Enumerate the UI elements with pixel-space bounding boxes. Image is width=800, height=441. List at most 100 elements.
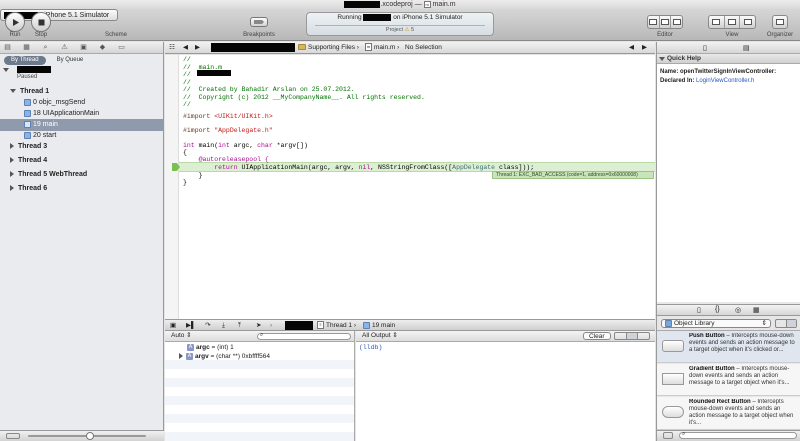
back-arrow-icon[interactable]: ◀ — [183, 42, 188, 53]
activity-warning-count[interactable]: 5 — [411, 27, 414, 33]
hide-debug-area-icon[interactable]: ▣ — [170, 320, 176, 331]
toggle-debug-area-icon[interactable] — [725, 16, 741, 28]
symbol-navigator-icon[interactable]: ▦ — [23, 44, 30, 51]
thread-row[interactable]: Thread 4 — [0, 155, 163, 167]
thread-crumb[interactable]: ≡ Thread 1 › — [317, 320, 356, 331]
redacted-app-name — [363, 13, 392, 21]
redacted-project-crumb[interactable] — [211, 43, 295, 52]
show-console-only-icon[interactable] — [638, 333, 649, 339]
thread-row[interactable]: Thread 5 WebThread — [0, 169, 163, 181]
object-library-small-icon — [665, 320, 672, 327]
library-selector-row: Object Library ⇕ — [657, 316, 800, 331]
editor-mode-control[interactable] — [647, 15, 683, 29]
breadcrumb-selection[interactable]: No Selection — [405, 42, 442, 53]
code-comment: // — [183, 71, 191, 78]
standard-editor-icon[interactable] — [648, 16, 660, 28]
frame-crumb[interactable]: 19 main — [363, 320, 395, 331]
library-item[interactable]: Gradient Button – Intercepts mouse-down … — [657, 364, 800, 396]
organizer-icon[interactable] — [773, 16, 787, 28]
file-template-library-icon[interactable]: ▯ — [697, 306, 701, 314]
toggle-utilities-icon[interactable] — [740, 16, 755, 28]
scope-popup[interactable]: Auto ⇕ — [171, 331, 192, 341]
slider-knob[interactable] — [86, 432, 94, 440]
disclosure-collapsed-icon[interactable] — [10, 185, 14, 192]
thread-label: Thread 4 — [18, 157, 48, 164]
output-mode-popup[interactable]: All Output ⇕ — [362, 331, 398, 341]
object-library-icon[interactable]: ◎ — [735, 306, 741, 314]
by-thread-tab[interactable]: By Thread — [4, 56, 46, 65]
search-navigator-icon[interactable]: ⌕ — [42, 44, 49, 51]
console-view[interactable]: All Output ⇕ Clear (lldb) — [356, 331, 655, 441]
breakpoint-navigator-icon[interactable]: ◆ — [99, 44, 106, 51]
breadcrumb-folder[interactable]: Supporting Files › — [298, 42, 359, 53]
step-into-icon[interactable]: ⤓ — [222, 320, 225, 331]
forward-arrow-icon[interactable]: ▶ — [195, 42, 200, 53]
thread-row[interactable]: Thread 3 — [0, 141, 163, 153]
editor-gutter[interactable] — [165, 55, 179, 319]
disclosure-collapsed-icon[interactable] — [179, 353, 183, 360]
clear-console-button[interactable]: Clear — [583, 332, 611, 340]
project-navigator-icon[interactable]: ▤ — [4, 44, 11, 51]
library-view-mode-control[interactable] — [775, 319, 797, 328]
library-item[interactable]: Rounded Rect Button – Intercepts mouse-d… — [657, 397, 800, 430]
thread-row[interactable]: Thread 6 — [0, 183, 163, 195]
console-prompt: (lldb) — [359, 344, 383, 351]
variables-search-field[interactable]: ⌕ — [257, 332, 351, 340]
code-string: "AppDelegate.h" — [214, 127, 273, 134]
disclosure-collapsed-icon[interactable] — [10, 143, 14, 150]
view-label: View — [725, 32, 739, 38]
utilities-panel: ▯ ▤ Quick Help Name: openTwitterSignInVi… — [656, 42, 800, 441]
step-out-icon[interactable]: ⤒ — [238, 320, 241, 331]
organizer-button[interactable] — [772, 15, 788, 29]
process-disclosure-icon[interactable] — [3, 68, 9, 74]
library-search-field[interactable]: ⌕ — [679, 431, 797, 439]
step-over-icon[interactable]: ↷ — [205, 320, 210, 331]
location-arrow-icon[interactable]: ➤ — [256, 320, 261, 331]
disclosure-expanded-icon[interactable] — [659, 57, 665, 61]
library-item[interactable]: Push Button – Intercepts mouse-down even… — [657, 331, 800, 363]
breadcrumb-file[interactable]: m main.m › — [365, 42, 399, 53]
code-snippet-library-icon[interactable]: {} — [715, 306, 720, 313]
run-button[interactable] — [5, 12, 25, 32]
icon-view-icon[interactable] — [776, 320, 787, 327]
quick-help-name-row: Name: openTwitterSignInViewController: — [660, 69, 776, 75]
issue-navigator-icon[interactable]: ⚠ — [61, 44, 68, 51]
source-editor[interactable]: // // main.m // // // Created by Bahadir… — [165, 55, 655, 319]
thread-label: Thread 5 WebThread — [18, 171, 88, 178]
symbol-name: openTwitterSignInViewController: — [680, 69, 777, 75]
previous-issue-icon[interactable]: ◀ — [629, 42, 634, 53]
thread-error-badge[interactable]: Thread 1: EXC_BAD_ACCESS (code=1, addres… — [492, 171, 654, 179]
breakpoints-button[interactable] — [250, 17, 268, 27]
variable-row[interactable]: Aargv = (char **) 0xbffff564 — [165, 352, 354, 361]
quick-help-inspector-icon[interactable]: ▤ — [743, 44, 750, 52]
log-navigator-icon[interactable]: ▭ — [118, 44, 125, 51]
view-toggle-control[interactable] — [708, 15, 756, 29]
debug-area-layout-control[interactable] — [614, 332, 650, 340]
version-editor-icon[interactable] — [671, 16, 682, 28]
continue-icon[interactable]: ▶▌ — [186, 320, 196, 331]
file-inspector-icon[interactable]: ▯ — [703, 44, 707, 52]
redacted-process-crumb[interactable] — [285, 321, 313, 330]
next-issue-icon[interactable]: ▶ — [642, 42, 647, 53]
debug-navigator-icon[interactable]: ▣ — [80, 44, 87, 51]
disclosure-collapsed-icon[interactable] — [10, 171, 14, 178]
library-popup[interactable]: Object Library ⇕ — [661, 319, 771, 328]
toggle-navigator-icon[interactable] — [709, 16, 725, 28]
disclosure-expanded-icon[interactable] — [10, 89, 16, 94]
by-queue-tab[interactable]: By Queue — [50, 56, 91, 65]
list-view-icon[interactable] — [786, 320, 796, 327]
filter-toggle-icon[interactable] — [6, 433, 20, 439]
declared-in-link[interactable]: LoginViewController.h — [696, 78, 754, 84]
media-library-icon[interactable]: ▦ — [753, 306, 760, 314]
show-variables-only-icon[interactable] — [615, 333, 627, 339]
disclosure-collapsed-icon[interactable] — [10, 157, 14, 164]
library-filter-toggle-icon[interactable] — [663, 432, 673, 439]
related-items-icon[interactable]: ☷ — [169, 42, 175, 53]
warning-icon[interactable]: ⚠ — [405, 27, 410, 33]
quick-help-header[interactable]: Quick Help — [657, 54, 800, 64]
scope-label: Auto — [171, 332, 185, 339]
stop-button[interactable] — [31, 12, 51, 32]
assistant-editor-icon[interactable] — [660, 16, 672, 28]
show-both-panes-icon[interactable] — [626, 333, 639, 339]
variable-row[interactable]: Aargc = (int) 1 — [165, 343, 354, 352]
